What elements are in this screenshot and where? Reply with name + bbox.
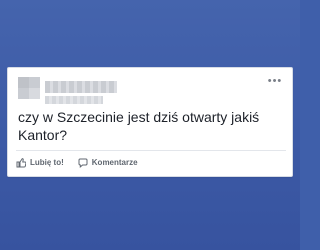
like-button[interactable]: Lubię to!: [16, 158, 64, 168]
action-divider: [16, 150, 286, 151]
post-text: czy w Szczecinie jest dziś otwarty jakiś…: [18, 109, 260, 143]
comment-icon: [78, 158, 88, 168]
comment-label: Komentarze: [91, 158, 138, 167]
post-actions: Lubię to! Komentarze: [16, 156, 138, 170]
like-icon: [16, 158, 26, 168]
blurred-post-time: [45, 96, 103, 104]
like-label: Lubię to!: [30, 158, 64, 167]
blurred-author-name: [45, 81, 117, 93]
comment-button[interactable]: Komentarze: [78, 158, 138, 168]
more-options-button[interactable]: •••: [267, 75, 283, 87]
avatar[interactable]: [18, 77, 40, 99]
facebook-post-card: ••• czy w Szczecinie jest dziś otwarty j…: [7, 67, 293, 177]
ellipsis-icon: •••: [267, 75, 283, 87]
